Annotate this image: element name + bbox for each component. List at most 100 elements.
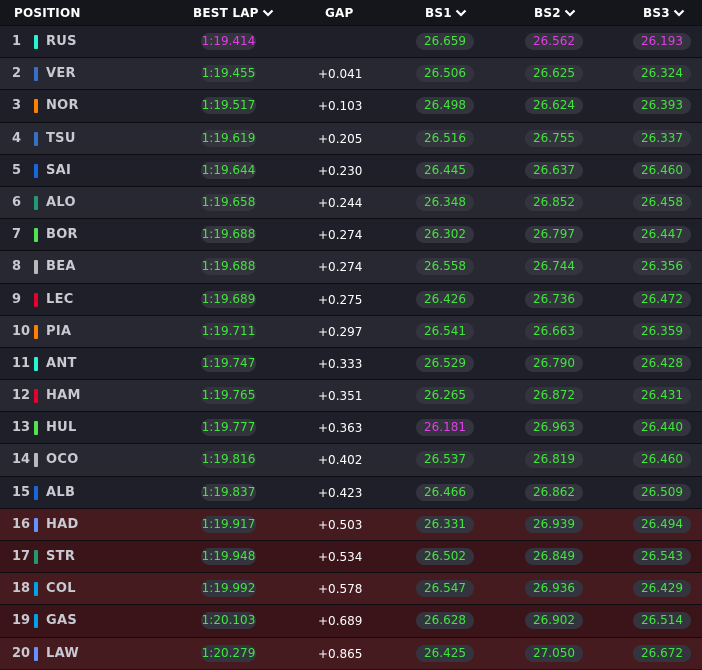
table-row[interactable]: 16 HAD 1:19.917 +0.503 26.331 26.939 26.…: [0, 507, 702, 540]
bs3-time: 26.514: [633, 612, 691, 630]
bs2-time: 26.797: [525, 226, 583, 244]
position-number: 7: [12, 227, 22, 243]
position-number: 16: [12, 516, 31, 532]
table-row[interactable]: 8 BEA 1:19.688 +0.274 26.558 26.744 26.3…: [0, 250, 702, 283]
driver-code: COL: [46, 581, 76, 597]
gap-value: +0.230: [318, 163, 363, 178]
bs2-time: 26.862: [525, 483, 583, 501]
table-row[interactable]: 3 NOR 1:19.517 +0.103 26.498 26.624 26.3…: [0, 89, 702, 122]
gap-value: +0.274: [318, 260, 363, 275]
driver-code: RUS: [46, 34, 77, 49]
position-number: 18: [12, 581, 31, 597]
table-row[interactable]: 9 LEC 1:19.689 +0.275 26.426 26.736 26.4…: [0, 282, 702, 315]
best-lap-time: 1:19.948: [201, 548, 256, 565]
bs3-time: 26.472: [633, 290, 691, 308]
chevron-down-icon: [564, 9, 576, 17]
driver-code: LAW: [46, 645, 80, 661]
position-number: 15: [12, 484, 31, 500]
bs1-time: 26.302: [416, 226, 474, 244]
bs3-time: 26.460: [633, 161, 691, 179]
table-row[interactable]: 15 ALB 1:19.837 +0.423 26.466 26.862 26.…: [0, 475, 702, 508]
timing-table: POSITION BEST LAP GAP BS1 BS2 BS3 1 RUS …: [0, 0, 702, 669]
bs2-time: 26.902: [525, 612, 583, 630]
best-lap-time: 1:19.747: [201, 354, 256, 372]
gap-value: +0.503: [318, 517, 363, 532]
best-lap-time: 1:19.917: [201, 515, 256, 533]
team-color-bar: [34, 356, 38, 371]
position-number: 11: [12, 355, 31, 371]
driver-code: BEA: [46, 259, 76, 275]
bs3-time: 26.428: [633, 354, 691, 372]
gap-value: +0.402: [318, 453, 363, 468]
bs1-time: 26.502: [416, 548, 474, 565]
team-color-bar: [34, 550, 38, 564]
bs1-time: 26.558: [416, 258, 474, 276]
table-row[interactable]: 13 HUL 1:19.777 +0.363 26.181 26.963 26.…: [0, 411, 702, 444]
table-row[interactable]: 18 COL 1:19.992 +0.578 26.547 26.936 26.…: [0, 572, 702, 605]
best-lap-time: 1:19.992: [201, 580, 256, 598]
gap-value: +0.244: [318, 195, 363, 210]
position-number: 13: [12, 420, 31, 436]
gap-value: +0.534: [318, 550, 363, 564]
table-row[interactable]: 1 RUS 1:19.414 26.659 26.562 26.193: [0, 25, 702, 58]
header-best-lap-label: BEST LAP: [193, 6, 259, 20]
table-row[interactable]: 5 SAI 1:19.644 +0.230 26.445 26.637 26.4…: [0, 153, 702, 186]
gap-value: +0.275: [318, 292, 363, 307]
bs3-time: 26.359: [633, 322, 691, 340]
table-row[interactable]: 10 PIA 1:19.711 +0.297 26.541 26.663 26.…: [0, 314, 702, 347]
team-color-bar: [34, 131, 38, 146]
best-lap-time: 1:19.777: [201, 419, 256, 437]
table-row[interactable]: 4 TSU 1:19.619 +0.205 26.516 26.755 26.3…: [0, 121, 702, 154]
table-row[interactable]: 7 BOR 1:19.688 +0.274 26.302 26.797 26.4…: [0, 218, 702, 251]
gap-value: +0.274: [318, 228, 363, 243]
gap-value: +0.297: [318, 324, 363, 339]
best-lap-time: 1:19.619: [201, 129, 256, 147]
table-row[interactable]: 6 ALO 1:19.658 +0.244 26.348 26.852 26.4…: [0, 185, 702, 219]
table-row[interactable]: 14 OCO 1:19.816 +0.402 26.537 26.819 26.…: [0, 443, 702, 476]
bs2-time: 26.852: [525, 193, 583, 211]
best-lap-time: 1:19.414: [201, 33, 256, 50]
bs3-time: 26.393: [633, 97, 691, 115]
position-number: 20: [12, 645, 31, 661]
table-row[interactable]: 17 STR 1:19.948 +0.534 26.502 26.849 26.…: [0, 540, 702, 573]
header-best-lap[interactable]: BEST LAP: [193, 0, 274, 25]
position-number: 1: [12, 34, 22, 49]
table-row[interactable]: 12 HAM 1:19.765 +0.351 26.265 26.872 26.…: [0, 379, 702, 412]
team-color-bar: [34, 389, 38, 404]
bs2-time: 26.624: [525, 97, 583, 115]
header-bs1[interactable]: BS1: [425, 0, 467, 25]
header-bs3[interactable]: BS3: [643, 0, 685, 25]
table-row[interactable]: 2 VER 1:19.455 +0.041 26.506 26.625 26.3…: [0, 57, 702, 90]
gap-value: +0.689: [318, 614, 363, 629]
driver-code: BOR: [46, 227, 78, 243]
bs1-time: 26.498: [416, 97, 474, 115]
best-lap-time: 1:19.688: [201, 258, 256, 276]
best-lap-time: 1:19.689: [201, 290, 256, 308]
gap-value: +0.865: [318, 646, 363, 661]
driver-code: HUL: [46, 420, 77, 436]
table-row[interactable]: 20 LAW 1:20.279 +0.865 26.425 27.050 26.…: [0, 636, 702, 669]
table-row[interactable]: 19 GAS 1:20.103 +0.689 26.628 26.902 26.…: [0, 604, 702, 637]
bs2-time: 26.872: [525, 387, 583, 405]
position-number: 8: [12, 259, 22, 275]
bs3-time: 26.460: [633, 451, 691, 469]
team-color-bar: [34, 195, 38, 210]
bs1-time: 26.529: [416, 354, 474, 372]
bs1-time: 26.547: [416, 580, 474, 598]
team-color-bar: [34, 228, 38, 243]
driver-code: GAS: [46, 613, 77, 629]
bs1-time: 26.506: [416, 65, 474, 83]
bs2-time: 27.050: [525, 644, 583, 662]
team-color-bar: [34, 453, 38, 468]
driver-code: VER: [46, 66, 76, 82]
position-number: 5: [12, 162, 22, 178]
bs3-time: 26.494: [633, 515, 691, 533]
best-lap-time: 1:19.517: [201, 97, 256, 115]
table-row[interactable]: 11 ANT 1:19.747 +0.333 26.529 26.790 26.…: [0, 346, 702, 380]
bs3-time: 26.543: [633, 548, 691, 565]
bs1-time: 26.265: [416, 387, 474, 405]
team-color-bar: [34, 485, 38, 500]
header-bs2[interactable]: BS2: [534, 0, 576, 25]
bs2-time: 26.736: [525, 290, 583, 308]
bs1-time: 26.541: [416, 322, 474, 340]
